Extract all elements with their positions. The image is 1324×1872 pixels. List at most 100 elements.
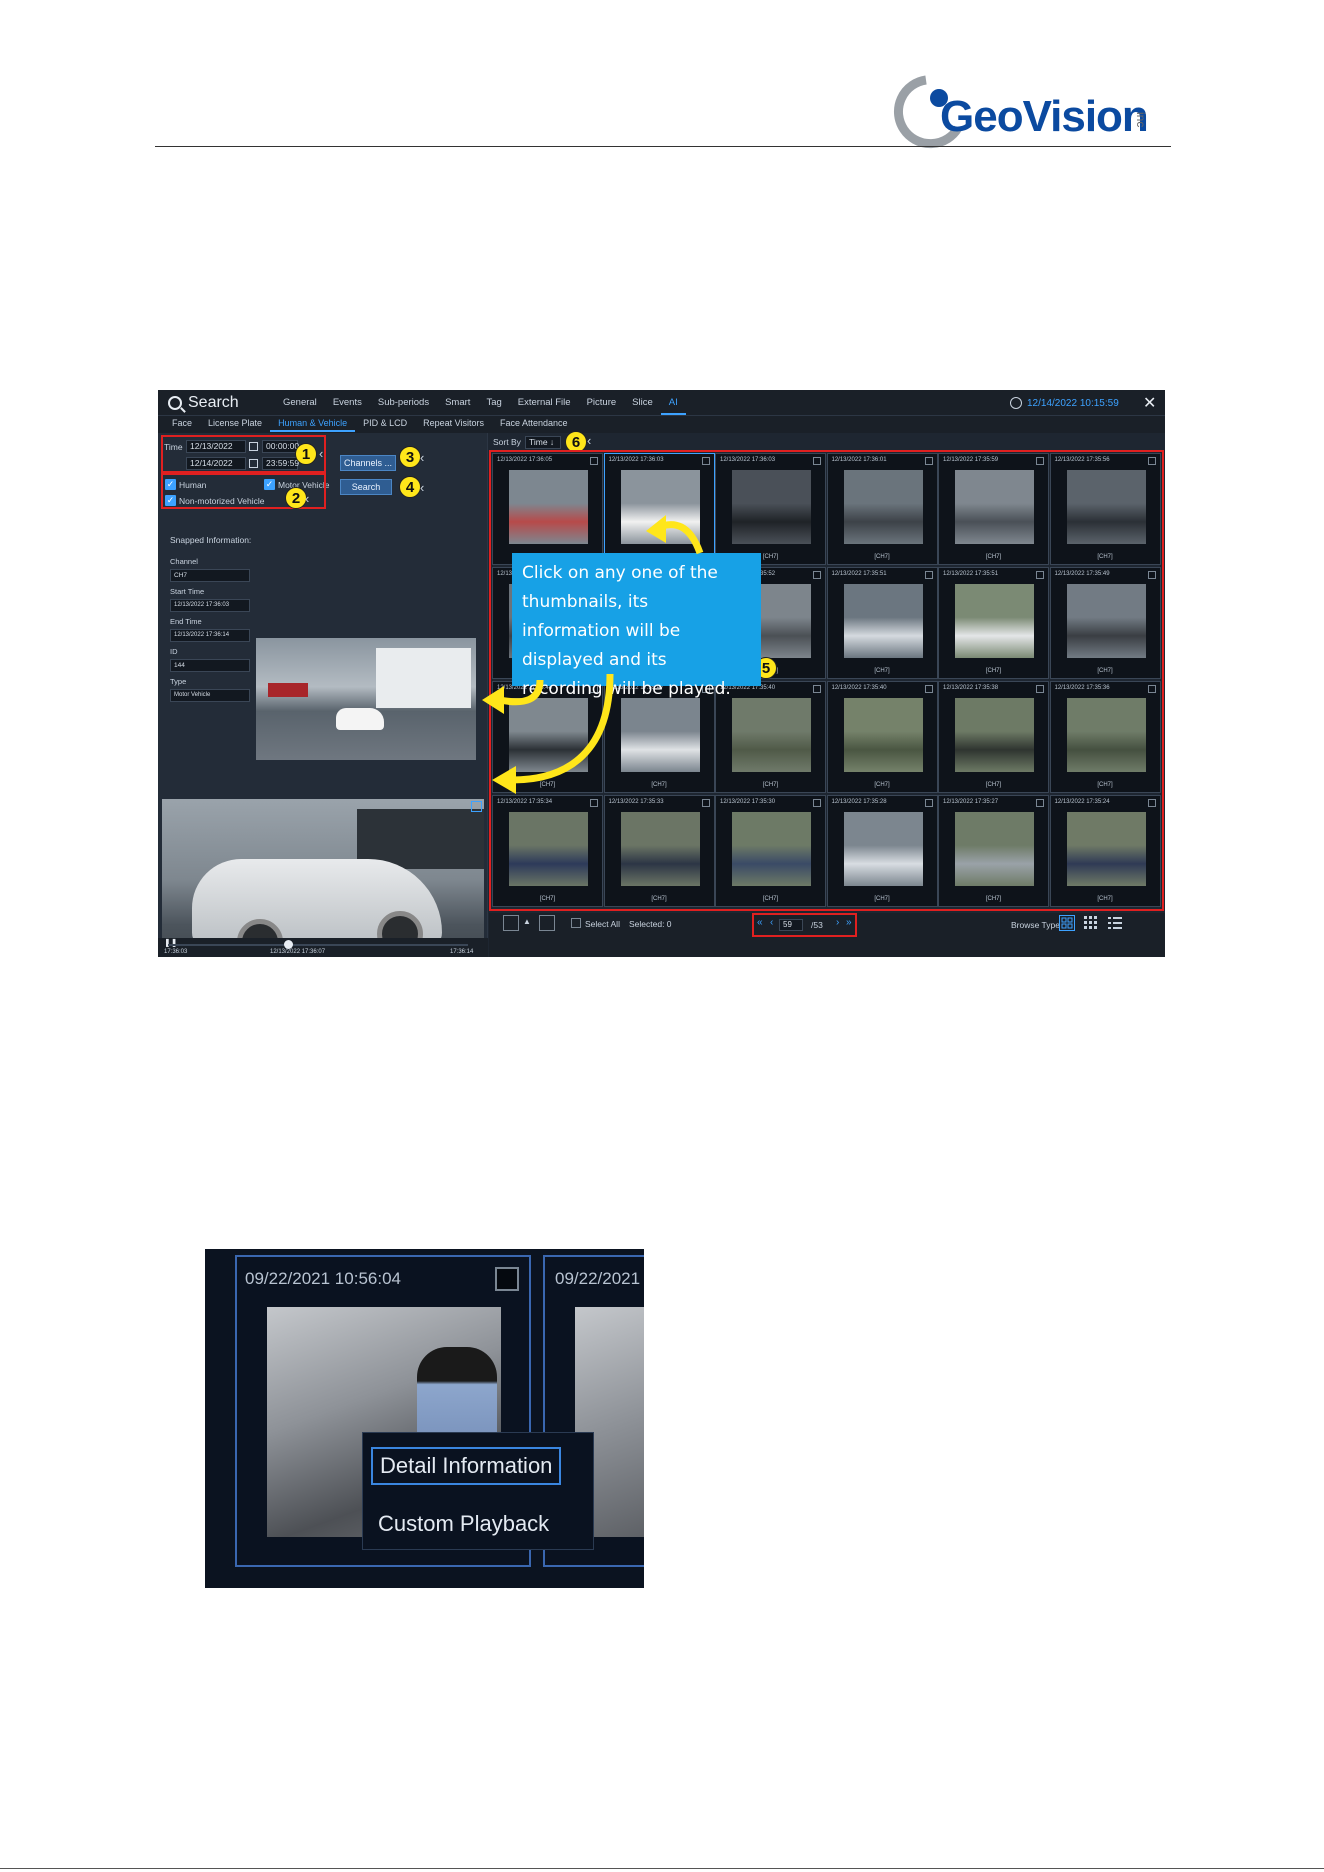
thumbnail-cell[interactable]: 12/13/2022 17:35:36 [CH7] (1049, 681, 1161, 793)
first-page-icon[interactable]: « (757, 917, 763, 928)
thumbnail-timestamp: 09/22/2021 (555, 1269, 641, 1288)
subtab-repeat-visitors[interactable]: Repeat Visitors (415, 418, 492, 432)
subtab-license-plate[interactable]: License Plate (200, 418, 270, 432)
brand-name: GeoVision (940, 92, 1149, 141)
thumbnail-channel: [CH7] (985, 896, 1002, 902)
tab-smart[interactable]: Smart (437, 397, 478, 415)
thumbnail-checkbox[interactable] (924, 685, 933, 693)
thumbnail-cell[interactable]: 12/13/2022 17:35:24 [CH7] (1049, 795, 1161, 907)
context-menu: Detail Information Custom Playback (362, 1432, 594, 1550)
thumbnail-checkbox[interactable] (1147, 685, 1156, 693)
tab-sub-periods[interactable]: Sub-periods (370, 397, 437, 415)
sub-tab-bar: Face License Plate Human & Vehicle PID & LC… (158, 416, 1165, 433)
snapped-image (256, 638, 476, 760)
search-button[interactable]: Search (340, 479, 392, 495)
subtab-human-vehicle[interactable]: Human & Vehicle (270, 418, 356, 432)
tab-general[interactable]: General (275, 397, 325, 415)
thumbnail-checkbox[interactable] (1036, 457, 1044, 465)
save-icon[interactable] (539, 915, 555, 931)
timeline-track[interactable] (168, 944, 468, 946)
thumbnail-channel: [CH7] (762, 896, 779, 902)
thumbnail-cell[interactable]: 12/13/2022 17:35:59 [CH7] (938, 453, 1049, 565)
sort-by-select[interactable]: Time ↓ (525, 436, 561, 449)
thumbnail-cell[interactable]: 12/13/2022 17:35:56 [CH7] (1049, 453, 1161, 565)
tab-picture[interactable]: Picture (579, 397, 625, 415)
header-divider (155, 146, 1171, 147)
marker-2: 2 (285, 487, 307, 509)
list-view-icon[interactable] (1107, 915, 1123, 931)
thumbnail-checkbox[interactable] (924, 457, 933, 465)
caret-up-icon[interactable]: ▲ (523, 917, 531, 926)
main-tabs: General Events Sub-periods Smart Tag External… (275, 397, 686, 415)
thumbnail-image (955, 584, 1034, 658)
page-total: /53 (811, 920, 823, 930)
tab-external-file[interactable]: External File (510, 397, 579, 415)
thumbnail-checkbox[interactable] (1147, 571, 1156, 579)
end-time-value: 12/13/2022 17:36:14 (170, 629, 250, 642)
thumbnail-cell[interactable]: 12/13/2022 17:35:49 [CH7] (1049, 567, 1161, 679)
dot-grid-view-icon[interactable] (1083, 915, 1099, 931)
channel-value: CH7 (170, 569, 250, 582)
chevron-left-icon: ‹ (305, 491, 310, 506)
custom-playback-menu-item[interactable]: Custom Playback (371, 1507, 556, 1541)
marker-3: 3 (399, 446, 421, 468)
thumbnail-cell[interactable]: 12/13/2022 17:36:01 [CH7] (826, 453, 938, 565)
thumbnail-checkbox[interactable] (924, 571, 933, 579)
thumbnail-image (732, 812, 811, 886)
thumbnail-channel: [CH7] (985, 668, 1002, 674)
thumbnail-checkbox[interactable] (813, 685, 821, 693)
thumbnail-cell[interactable]: 12/13/2022 17:35:40 [CH7] (826, 681, 938, 793)
thumbnail-checkbox[interactable] (1036, 685, 1044, 693)
thumbnail-checkbox[interactable] (813, 571, 821, 579)
playback-video[interactable] (162, 799, 484, 957)
thumbnail-checkbox[interactable] (1147, 799, 1156, 807)
thumbnail-cell[interactable]: 12/13/2022 17:35:27 [CH7] (938, 795, 1049, 907)
thumbnail-channel: [CH7] (651, 896, 667, 902)
prev-page-icon[interactable]: ‹ (770, 917, 773, 928)
id-label: ID (170, 647, 178, 656)
thumbnail-cell[interactable]: 12/13/2022 17:35:28 [CH7] (826, 795, 938, 907)
thumbnail-timestamp: 12/13/2022 17:36:03 (608, 457, 664, 463)
manual-page: GeoVision inc Search General Events Sub-pe… (0, 0, 1324, 1872)
play-button-icon[interactable] (503, 915, 519, 931)
thumbnail-timestamp: 12/13/2022 17:35:28 (831, 799, 887, 805)
thumbnail-checkbox[interactable] (590, 457, 598, 465)
thumbnail-checkbox[interactable] (813, 799, 821, 807)
grid-view-icon[interactable] (1059, 915, 1075, 931)
tab-events[interactable]: Events (325, 397, 370, 415)
subtab-pid-lcd[interactable]: PID & LCD (355, 418, 415, 432)
subtab-face[interactable]: Face (164, 418, 200, 432)
channels-button[interactable]: Channels ... (340, 455, 396, 471)
last-page-icon[interactable]: » (846, 917, 852, 928)
thumbnail-cell[interactable]: 12/13/2022 17:35:38 [CH7] (938, 681, 1049, 793)
page-input[interactable]: 59 (779, 919, 803, 931)
tab-slice[interactable]: Slice (624, 397, 661, 415)
subtab-face-attendance[interactable]: Face Attendance (492, 418, 576, 432)
close-icon[interactable]: ✕ (1143, 393, 1156, 413)
thumbnail-channel: [CH7] (1097, 668, 1113, 674)
playback-timeline[interactable]: ❚❚ 17:36:03 12/13/2022 17:36:07 17:36:14 (158, 938, 488, 957)
thumbnail-checkbox[interactable] (813, 457, 821, 465)
thumbnail-checkbox[interactable] (1147, 457, 1156, 465)
select-all-checkbox[interactable] (571, 918, 581, 928)
thumbnail-cell[interactable]: 12/13/2022 17:35:51 [CH7] (938, 567, 1049, 679)
thumbnail-checkbox[interactable] (1036, 571, 1044, 579)
thumbnail-checkbox[interactable] (1036, 799, 1044, 807)
tab-ai[interactable]: AI (660, 397, 686, 415)
timeline-handle[interactable] (284, 940, 293, 949)
thumbnail-cell[interactable]: 12/13/2022 17:35:51 [CH7] (826, 567, 938, 679)
thumbnail-image (1066, 470, 1146, 544)
thumbnail-timestamp: 12/13/2022 17:35:59 (943, 457, 999, 463)
thumbnail-channel: [CH7] (985, 782, 1002, 788)
thumbnail-checkbox[interactable] (701, 457, 710, 465)
thumbnail-channel: [CH7] (1097, 896, 1113, 902)
thumbnail-checkbox[interactable] (924, 799, 933, 807)
detail-information-menu-item[interactable]: Detail Information (371, 1447, 562, 1485)
selected-count: Selected: 0 (629, 919, 672, 929)
sub-tabs: Face License Plate Human & Vehicle PID & LC… (164, 418, 576, 432)
snapped-sign (268, 683, 308, 697)
thumbnail-checkbox[interactable] (495, 1267, 519, 1291)
next-page-icon[interactable]: › (836, 917, 839, 928)
thumbnail-image (843, 812, 923, 886)
tab-tag[interactable]: Tag (478, 397, 509, 415)
